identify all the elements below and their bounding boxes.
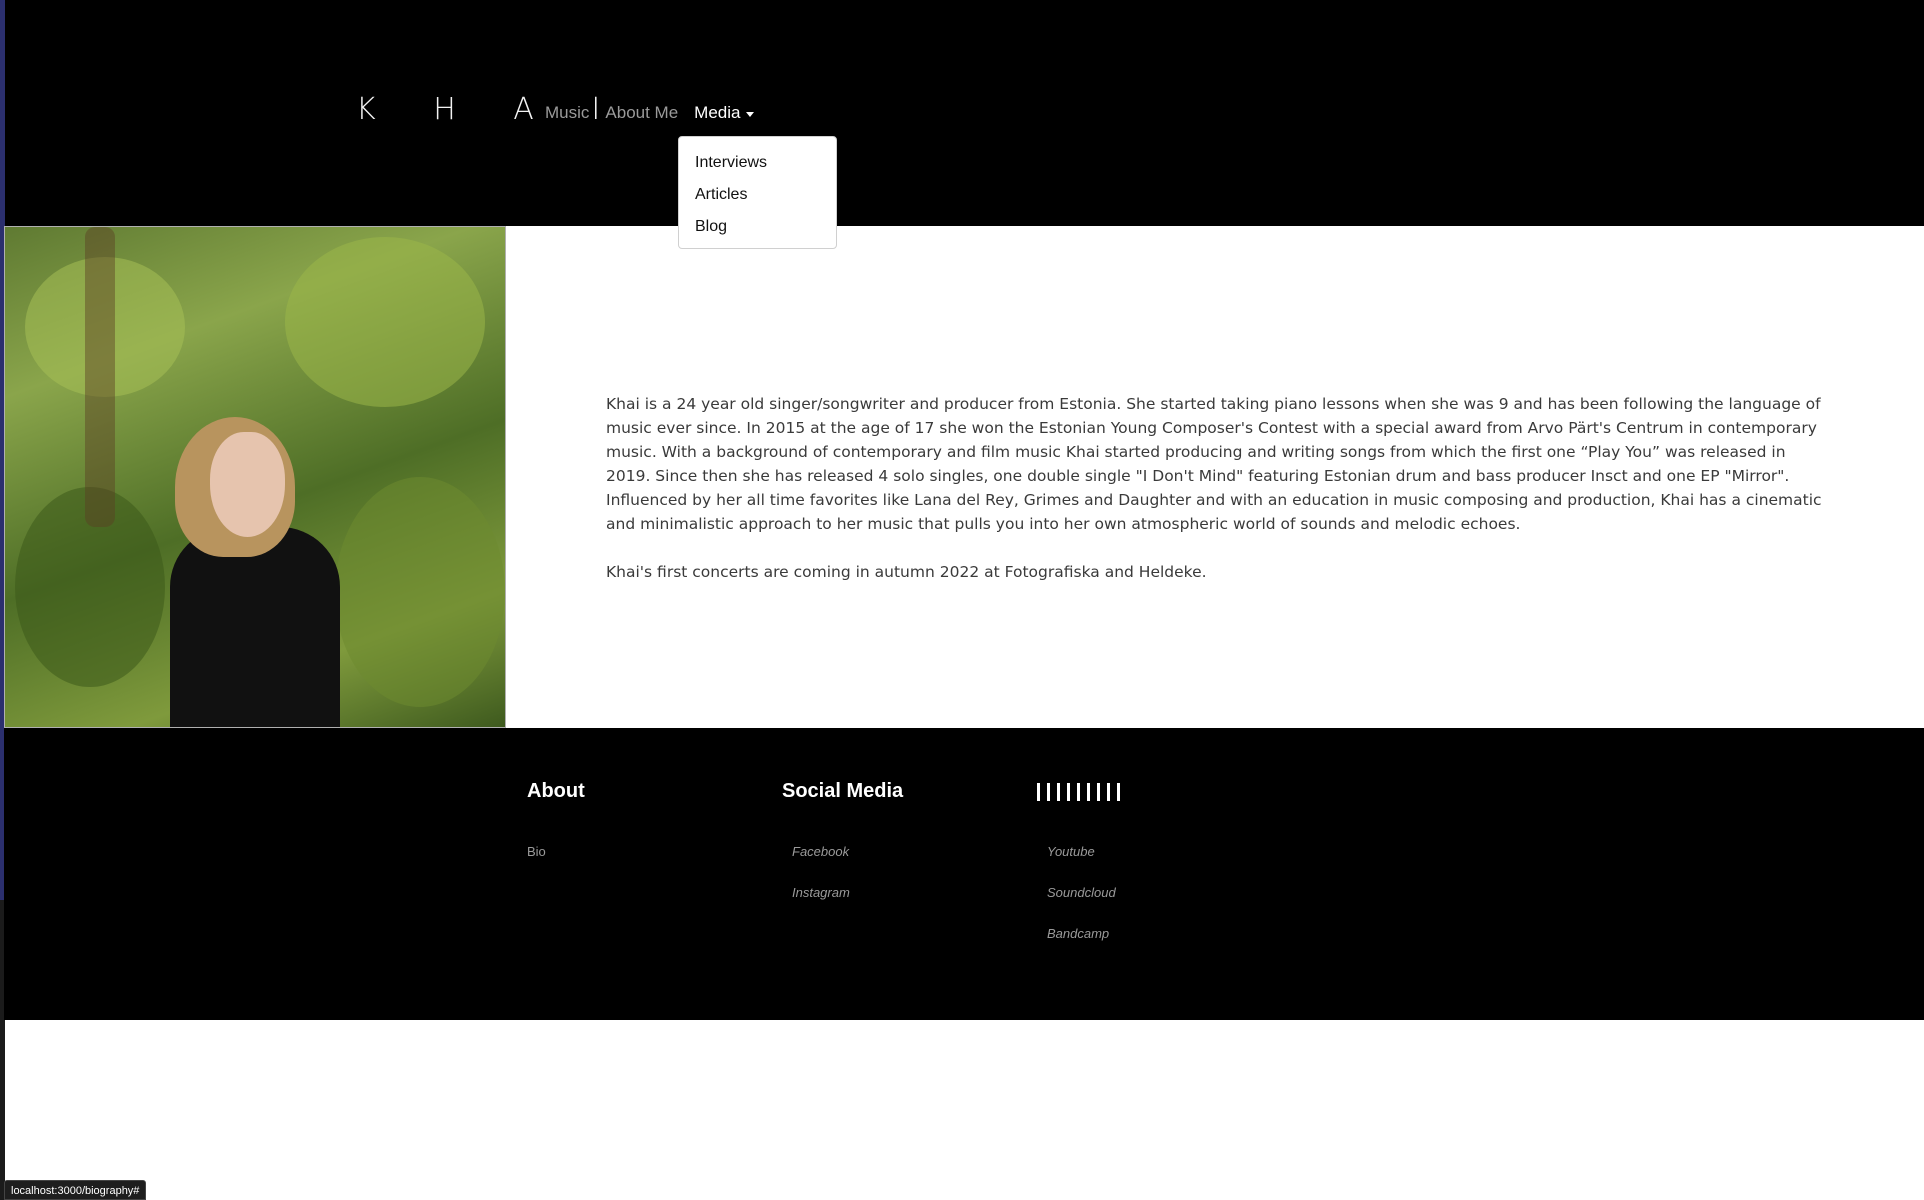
person-body (170, 527, 340, 727)
nav-about-me[interactable]: About Me (605, 103, 678, 123)
tree-trunk-shape (85, 227, 115, 527)
dropdown-item-blog[interactable]: Blog (679, 211, 836, 243)
nav-media-dropdown-toggle[interactable]: Media (694, 103, 755, 123)
site-header: K H A I Music About Me Media (5, 0, 1924, 226)
footer-link-soundcloud[interactable]: Soundcloud (1037, 885, 1120, 901)
browser-status-bar: localhost:3000/biography# (4, 1180, 147, 1200)
foliage-shape (285, 237, 485, 407)
media-dropdown-menu: Interviews Articles Blog (678, 136, 837, 249)
bio-paragraph: Khai is a 24 year old singer/songwriter … (606, 395, 1822, 533)
foliage-shape (335, 477, 505, 707)
dropdown-item-articles[interactable]: Articles (679, 179, 836, 211)
bars-icon (1037, 780, 1120, 804)
portrait-photo (4, 226, 506, 728)
site-footer: About Bio Social Media Facebook Instagra… (4, 728, 1924, 1020)
bio-paragraph: Khai's first concerts are coming in autu… (606, 563, 1207, 581)
nav-music[interactable]: Music (545, 103, 589, 123)
main-nav: Music About Me Media (545, 103, 755, 123)
biography-section: Khai is a 24 year old singer/songwriter … (4, 226, 1924, 728)
footer-social-column: Social Media Facebook Instagram (782, 780, 903, 926)
footer-link-youtube[interactable]: Youtube (1037, 844, 1120, 860)
footer-streaming-column: Youtube Soundcloud Bandcamp (1037, 780, 1120, 967)
footer-link-bio[interactable]: Bio (527, 844, 585, 860)
footer-about-title: About (527, 780, 585, 802)
dropdown-item-interviews[interactable]: Interviews (679, 147, 836, 179)
footer-social-title: Social Media (782, 780, 904, 802)
person-face (210, 432, 285, 537)
footer-link-bandcamp[interactable]: Bandcamp (1037, 926, 1120, 942)
footer-link-facebook[interactable]: Facebook (782, 844, 903, 860)
footer-about-column: About Bio (527, 780, 585, 885)
bio-text: Khai is a 24 year old singer/songwriter … (606, 392, 1826, 584)
nav-media-label: Media (694, 103, 741, 122)
caret-down-icon (746, 111, 755, 117)
footer-link-instagram[interactable]: Instagram (782, 885, 903, 901)
